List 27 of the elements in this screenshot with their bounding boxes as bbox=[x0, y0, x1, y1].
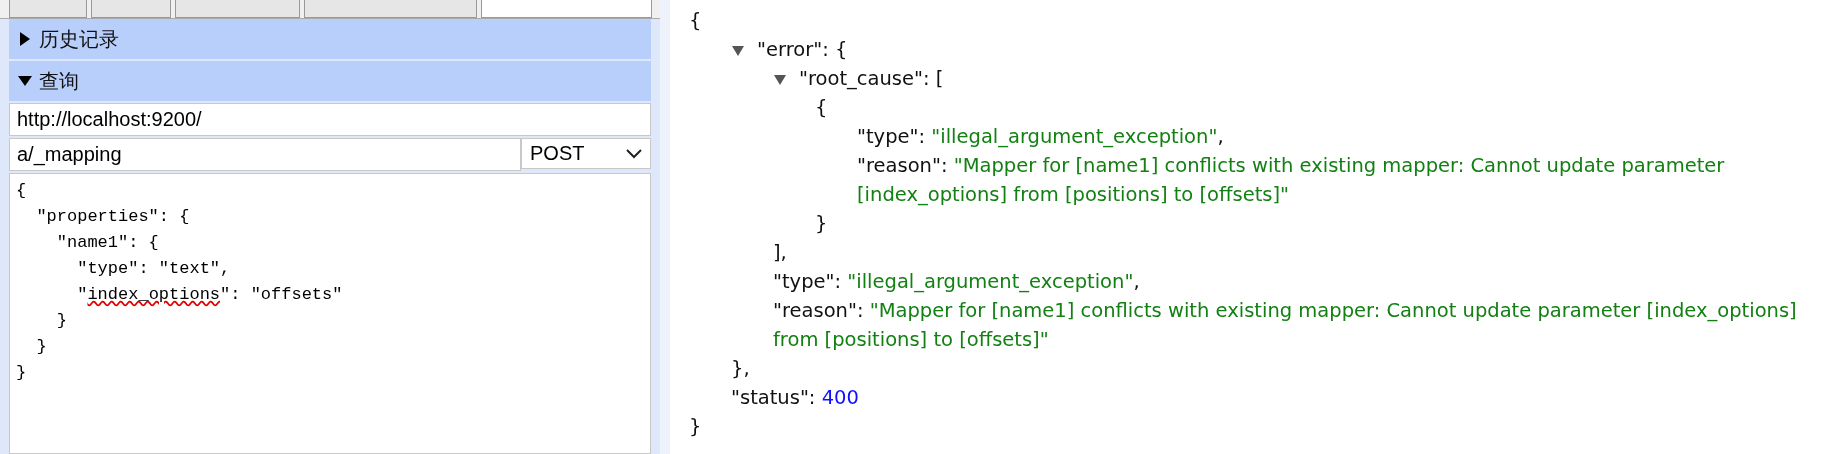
url-field[interactable]: http://localhost:9200/ bbox=[9, 103, 651, 136]
json-line: "reason": "Mapper for [name1] conflicts with existing mapper: Cannot update parameter [index_options] from [positions] to [offsets]" bbox=[773, 298, 1798, 353]
path-field[interactable]: a/_mapping bbox=[9, 138, 521, 171]
json-line: { bbox=[815, 95, 829, 121]
json-line: "type": "illegal_argument_exception", bbox=[857, 124, 1225, 150]
section-header[interactable]: 历史记录 bbox=[9, 19, 651, 59]
json-line: "reason": "Mapper for [name1] conflicts with existing mapper: Cannot update parameter [index_options] from [positions] to [offsets]" bbox=[857, 153, 1726, 208]
tab[interactable] bbox=[175, 0, 300, 18]
json-line: } bbox=[815, 211, 829, 237]
caret-down-icon[interactable] bbox=[731, 44, 745, 57]
chevron-down-icon bbox=[626, 148, 642, 159]
section-header[interactable]: 查询 bbox=[9, 61, 651, 101]
tab[interactable] bbox=[9, 0, 87, 18]
caret-down-icon[interactable] bbox=[773, 73, 787, 86]
json-line: "error": { bbox=[731, 35, 1817, 64]
request-body-field[interactable]: { "properties": { "name1": { "type": "text", "index_options": "offsets" } } } bbox=[9, 173, 651, 454]
json-line: }, bbox=[731, 356, 751, 382]
json-line: { bbox=[689, 8, 703, 34]
method-dropdown[interactable]: POST bbox=[521, 138, 651, 169]
json-line: "root_cause": [ bbox=[773, 64, 1817, 93]
json-line: "type": "illegal_argument_exception", bbox=[773, 269, 1141, 295]
tab[interactable] bbox=[91, 0, 171, 18]
json-line: } bbox=[689, 414, 703, 440]
json-line: ], bbox=[773, 240, 788, 266]
json-line: "status": 400 bbox=[731, 385, 860, 411]
tab[interactable] bbox=[304, 0, 477, 18]
tab[interactable] bbox=[481, 0, 652, 18]
